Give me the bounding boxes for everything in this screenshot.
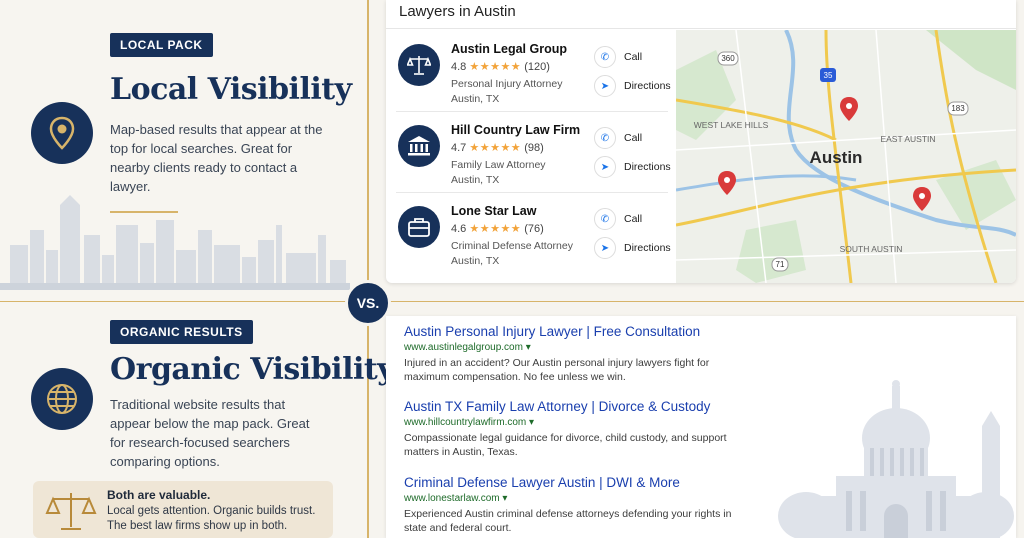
svg-text:183: 183 [951,104,965,113]
directions-icon: ➤ [594,156,616,178]
listing-card[interactable]: Hill Country Law Firm 4.7 ★★★★★ (98) Fam… [396,113,671,193]
local-pack-title: Lawyers in Austin [399,3,516,20]
listing-card[interactable]: Lone Star Law 4.6 ★★★★★ (76) Criminal De… [396,194,671,274]
organic-results-card: Austin Personal Injury Lawyer | Free Con… [386,316,1016,538]
city-skyline-illustration [0,195,350,290]
call-button[interactable]: ✆ Call [594,208,642,230]
listing-location: Austin, TX [451,255,500,267]
phone-icon: ✆ [594,46,616,68]
local-description: Map-based results that appear at the top… [110,122,323,194]
phone-icon: ✆ [594,127,616,149]
briefcase-icon [398,206,440,248]
local-heading: Local Visibility [110,72,352,107]
directions-button[interactable]: ➤ Directions [594,237,671,259]
local-pack-badge: LOCAL PACK [110,33,213,57]
search-result: Criminal Defense Lawyer Austin | DWI & M… [404,475,764,535]
svg-text:71: 71 [776,260,785,269]
rating-stars: ★★★★★ [469,142,522,154]
result-title-link[interactable]: Criminal Defense Lawyer Austin | DWI & M… [404,475,764,490]
directions-icon: ➤ [594,75,616,97]
svg-text:360: 360 [721,54,735,63]
map-view[interactable]: 360 35 183 71 WEST LAKE HILLS EAST AUSTI… [676,30,1016,283]
result-snippet: Injured in an accident? Our Austin perso… [404,357,710,383]
callout-box: Both are valuable. Local gets attention.… [33,481,333,538]
call-button[interactable]: ✆ Call [594,46,642,68]
listing-location: Austin, TX [451,174,500,186]
divider [396,111,668,112]
result-url[interactable]: www.lonestarlaw.com ▾ [404,493,764,504]
phone-icon: ✆ [594,208,616,230]
listing-type: Family Law Attorney [451,159,546,171]
call-button[interactable]: ✆ Call [594,127,642,149]
scales-icon [398,44,440,86]
divider [386,28,1016,29]
location-pin-icon [31,102,93,164]
listing-rating: 4.6 ★★★★★ (76) [451,223,544,235]
svg-text:35: 35 [824,71,833,80]
result-url[interactable]: www.hillcountrylawfirm.com ▾ [404,417,764,428]
search-result: Austin Personal Injury Lawyer | Free Con… [404,324,764,384]
result-url[interactable]: www.austinlegalgroup.com ▾ [404,342,764,353]
capitol-building-illustration [778,380,1014,538]
map-label-east-austin: EAST AUSTIN [880,134,935,144]
listing-name[interactable]: Austin Legal Group [451,42,567,56]
map-label-south-austin: SOUTH AUSTIN [840,244,903,254]
organic-heading: Organic Visibility [110,352,395,387]
search-result: Austin TX Family Law Attorney | Divorce … [404,399,764,459]
directions-button[interactable]: ➤ Directions [594,156,671,178]
listing-rating: 4.8 ★★★★★ (120) [451,61,550,73]
rating-stars: ★★★★★ [469,223,522,235]
courthouse-icon [398,125,440,167]
callout-title: Both are valuable. [107,488,211,502]
listing-location: Austin, TX [451,93,500,105]
listing-name[interactable]: Hill Country Law Firm [451,123,580,137]
listing-name[interactable]: Lone Star Law [451,204,536,218]
listing-type: Personal Injury Attorney [451,78,563,90]
result-snippet: Experienced Austin criminal defense atto… [404,508,732,534]
rating-stars: ★★★★★ [469,61,522,73]
map-label-west-lake-hills: WEST LAKE HILLS [694,120,769,130]
local-pack-card: Lawyers in Austin Austin Legal Group 4.8… [386,0,1016,283]
callout-body: Local gets attention. Organic builds tru… [107,505,316,532]
horizontal-divider [0,301,1024,302]
result-title-link[interactable]: Austin Personal Injury Lawyer | Free Con… [404,324,764,339]
organic-description: Traditional website results that appear … [110,397,310,469]
listing-rating: 4.7 ★★★★★ (98) [451,142,544,154]
map-city-label: Austin [810,148,863,167]
vs-badge: VS. [345,280,391,326]
listing-type: Criminal Defense Attorney [451,240,573,252]
result-title-link[interactable]: Austin TX Family Law Attorney | Divorce … [404,399,764,414]
result-snippet: Compassionate legal guidance for divorce… [404,432,727,458]
organic-results-badge: ORGANIC RESULTS [110,320,253,344]
directions-button[interactable]: ➤ Directions [594,75,671,97]
vertical-divider [367,0,369,538]
directions-icon: ➤ [594,237,616,259]
divider [396,192,668,193]
scales-icon [45,493,97,530]
listing-card[interactable]: Austin Legal Group 4.8 ★★★★★ (120) Perso… [396,32,671,112]
globe-icon [31,368,93,430]
